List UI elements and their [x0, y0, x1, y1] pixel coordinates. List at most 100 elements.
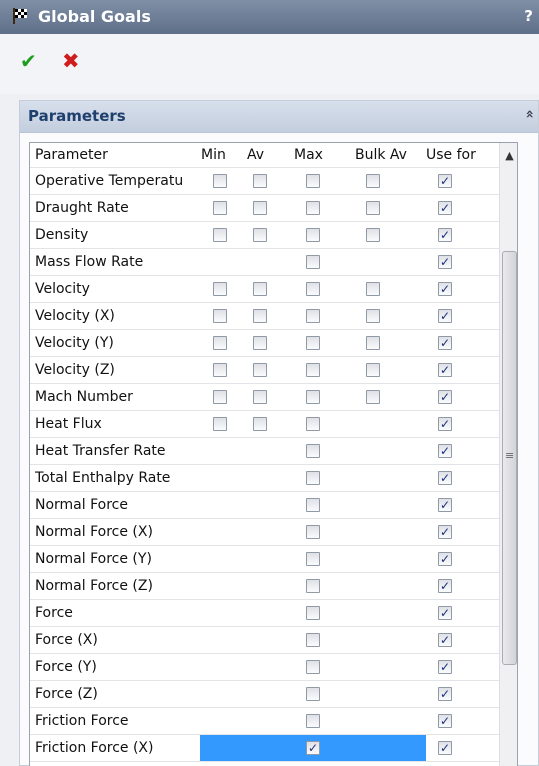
checkbox-bulk[interactable]: [366, 336, 380, 350]
checkbox-max[interactable]: [306, 660, 320, 674]
table-row[interactable]: Mass Flow Rate: [30, 249, 499, 276]
collapse-icon[interactable]: «: [521, 109, 537, 118]
checkbox-av[interactable]: [253, 282, 267, 296]
checkbox-use[interactable]: [438, 255, 452, 269]
checkbox-max[interactable]: [306, 687, 320, 701]
checkbox-min[interactable]: [213, 228, 227, 242]
table-row[interactable]: Normal Force: [30, 492, 499, 519]
column-header-min[interactable]: Min: [201, 143, 226, 167]
checkbox-min[interactable]: [213, 201, 227, 215]
table-row[interactable]: Total Enthalpy Rate: [30, 465, 499, 492]
checkbox-use[interactable]: [438, 390, 452, 404]
checkbox-max[interactable]: [306, 498, 320, 512]
checkbox-bulk[interactable]: [366, 309, 380, 323]
table-row[interactable]: Draught Rate: [30, 195, 499, 222]
checkbox-use[interactable]: [438, 471, 452, 485]
checkbox-min[interactable]: [213, 336, 227, 350]
ok-button[interactable]: ✔: [20, 50, 37, 72]
table-row[interactable]: Velocity: [30, 276, 499, 303]
checkbox-min[interactable]: [213, 363, 227, 377]
checkbox-max[interactable]: [306, 525, 320, 539]
checkbox-min[interactable]: [213, 174, 227, 188]
table-row[interactable]: Force: [30, 600, 499, 627]
table-row[interactable]: Force (X): [30, 627, 499, 654]
checkbox-max[interactable]: [306, 417, 320, 431]
column-header-av[interactable]: Av: [247, 143, 264, 167]
table-row[interactable]: Friction Force: [30, 708, 499, 735]
checkbox-max[interactable]: [306, 471, 320, 485]
table-row[interactable]: Mach Number: [30, 384, 499, 411]
checkbox-max[interactable]: [306, 309, 320, 323]
table-row[interactable]: Normal Force (Z): [30, 573, 499, 600]
checkbox-av[interactable]: [253, 390, 267, 404]
column-header-max[interactable]: Max: [294, 143, 323, 167]
checkbox-max[interactable]: [306, 714, 320, 728]
checkbox-bulk[interactable]: [366, 363, 380, 377]
checkbox-max[interactable]: [306, 552, 320, 566]
checkbox-use[interactable]: [438, 606, 452, 620]
checkbox-use[interactable]: [438, 525, 452, 539]
table-row[interactable]: Velocity (X): [30, 303, 499, 330]
table-row[interactable]: Force (Z): [30, 681, 499, 708]
table-row[interactable]: Normal Force (Y): [30, 546, 499, 573]
checkbox-use[interactable]: [438, 309, 452, 323]
checkbox-bulk[interactable]: [366, 228, 380, 242]
checkbox-max[interactable]: [306, 174, 320, 188]
checkbox-use[interactable]: [438, 444, 452, 458]
checkbox-use[interactable]: [438, 579, 452, 593]
checkbox-use[interactable]: [438, 660, 452, 674]
checkbox-av[interactable]: [253, 174, 267, 188]
table-row[interactable]: Friction Force (X): [30, 735, 499, 762]
table-row[interactable]: Operative Temperatu: [30, 168, 499, 195]
table-row[interactable]: Density: [30, 222, 499, 249]
table-row[interactable]: Velocity (Y): [30, 330, 499, 357]
checkbox-bulk[interactable]: [366, 390, 380, 404]
checkbox-av[interactable]: [253, 336, 267, 350]
checkbox-av[interactable]: [253, 201, 267, 215]
checkbox-use[interactable]: [438, 174, 452, 188]
checkbox-min[interactable]: [213, 390, 227, 404]
checkbox-max[interactable]: [306, 390, 320, 404]
table-row[interactable]: Force (Y): [30, 654, 499, 681]
checkbox-max[interactable]: [306, 579, 320, 593]
checkbox-max[interactable]: [306, 633, 320, 647]
checkbox-max[interactable]: [306, 282, 320, 296]
checkbox-max[interactable]: [306, 228, 320, 242]
checkbox-max[interactable]: [306, 336, 320, 350]
checkbox-use[interactable]: [438, 417, 452, 431]
checkbox-av[interactable]: [253, 417, 267, 431]
cancel-button[interactable]: ✖: [62, 50, 80, 72]
column-header-use[interactable]: Use for: [426, 143, 476, 167]
column-header-bulk[interactable]: Bulk Av: [355, 143, 407, 167]
scroll-up-arrow-icon[interactable]: ▲: [500, 145, 517, 167]
help-button[interactable]: ?: [524, 7, 533, 25]
checkbox-use[interactable]: [438, 336, 452, 350]
column-header-name[interactable]: Parameter: [35, 143, 108, 167]
checkbox-use[interactable]: [438, 282, 452, 296]
checkbox-min[interactable]: [213, 282, 227, 296]
checkbox-av[interactable]: [253, 309, 267, 323]
checkbox-bulk[interactable]: [366, 282, 380, 296]
checkbox-use[interactable]: [438, 228, 452, 242]
checkbox-max[interactable]: [306, 255, 320, 269]
checkbox-use[interactable]: [438, 687, 452, 701]
checkbox-use[interactable]: [438, 498, 452, 512]
parameters-panel-header[interactable]: Parameters «: [20, 101, 538, 133]
checkbox-max[interactable]: [306, 363, 320, 377]
scroll-thumb[interactable]: ≡: [502, 251, 517, 665]
checkbox-use[interactable]: [438, 633, 452, 647]
vertical-scrollbar[interactable]: ▲ ≡: [499, 143, 517, 766]
checkbox-max[interactable]: [306, 606, 320, 620]
checkbox-bulk[interactable]: [366, 174, 380, 188]
table-row[interactable]: Velocity (Z): [30, 357, 499, 384]
checkbox-max[interactable]: [306, 444, 320, 458]
checkbox-min[interactable]: [213, 309, 227, 323]
checkbox-av[interactable]: [253, 363, 267, 377]
checkbox-max[interactable]: [306, 201, 320, 215]
checkbox-use[interactable]: [438, 201, 452, 215]
checkbox-max[interactable]: [306, 741, 320, 755]
checkbox-bulk[interactable]: [366, 201, 380, 215]
checkbox-use[interactable]: [438, 741, 452, 755]
checkbox-min[interactable]: [213, 417, 227, 431]
checkbox-av[interactable]: [253, 228, 267, 242]
